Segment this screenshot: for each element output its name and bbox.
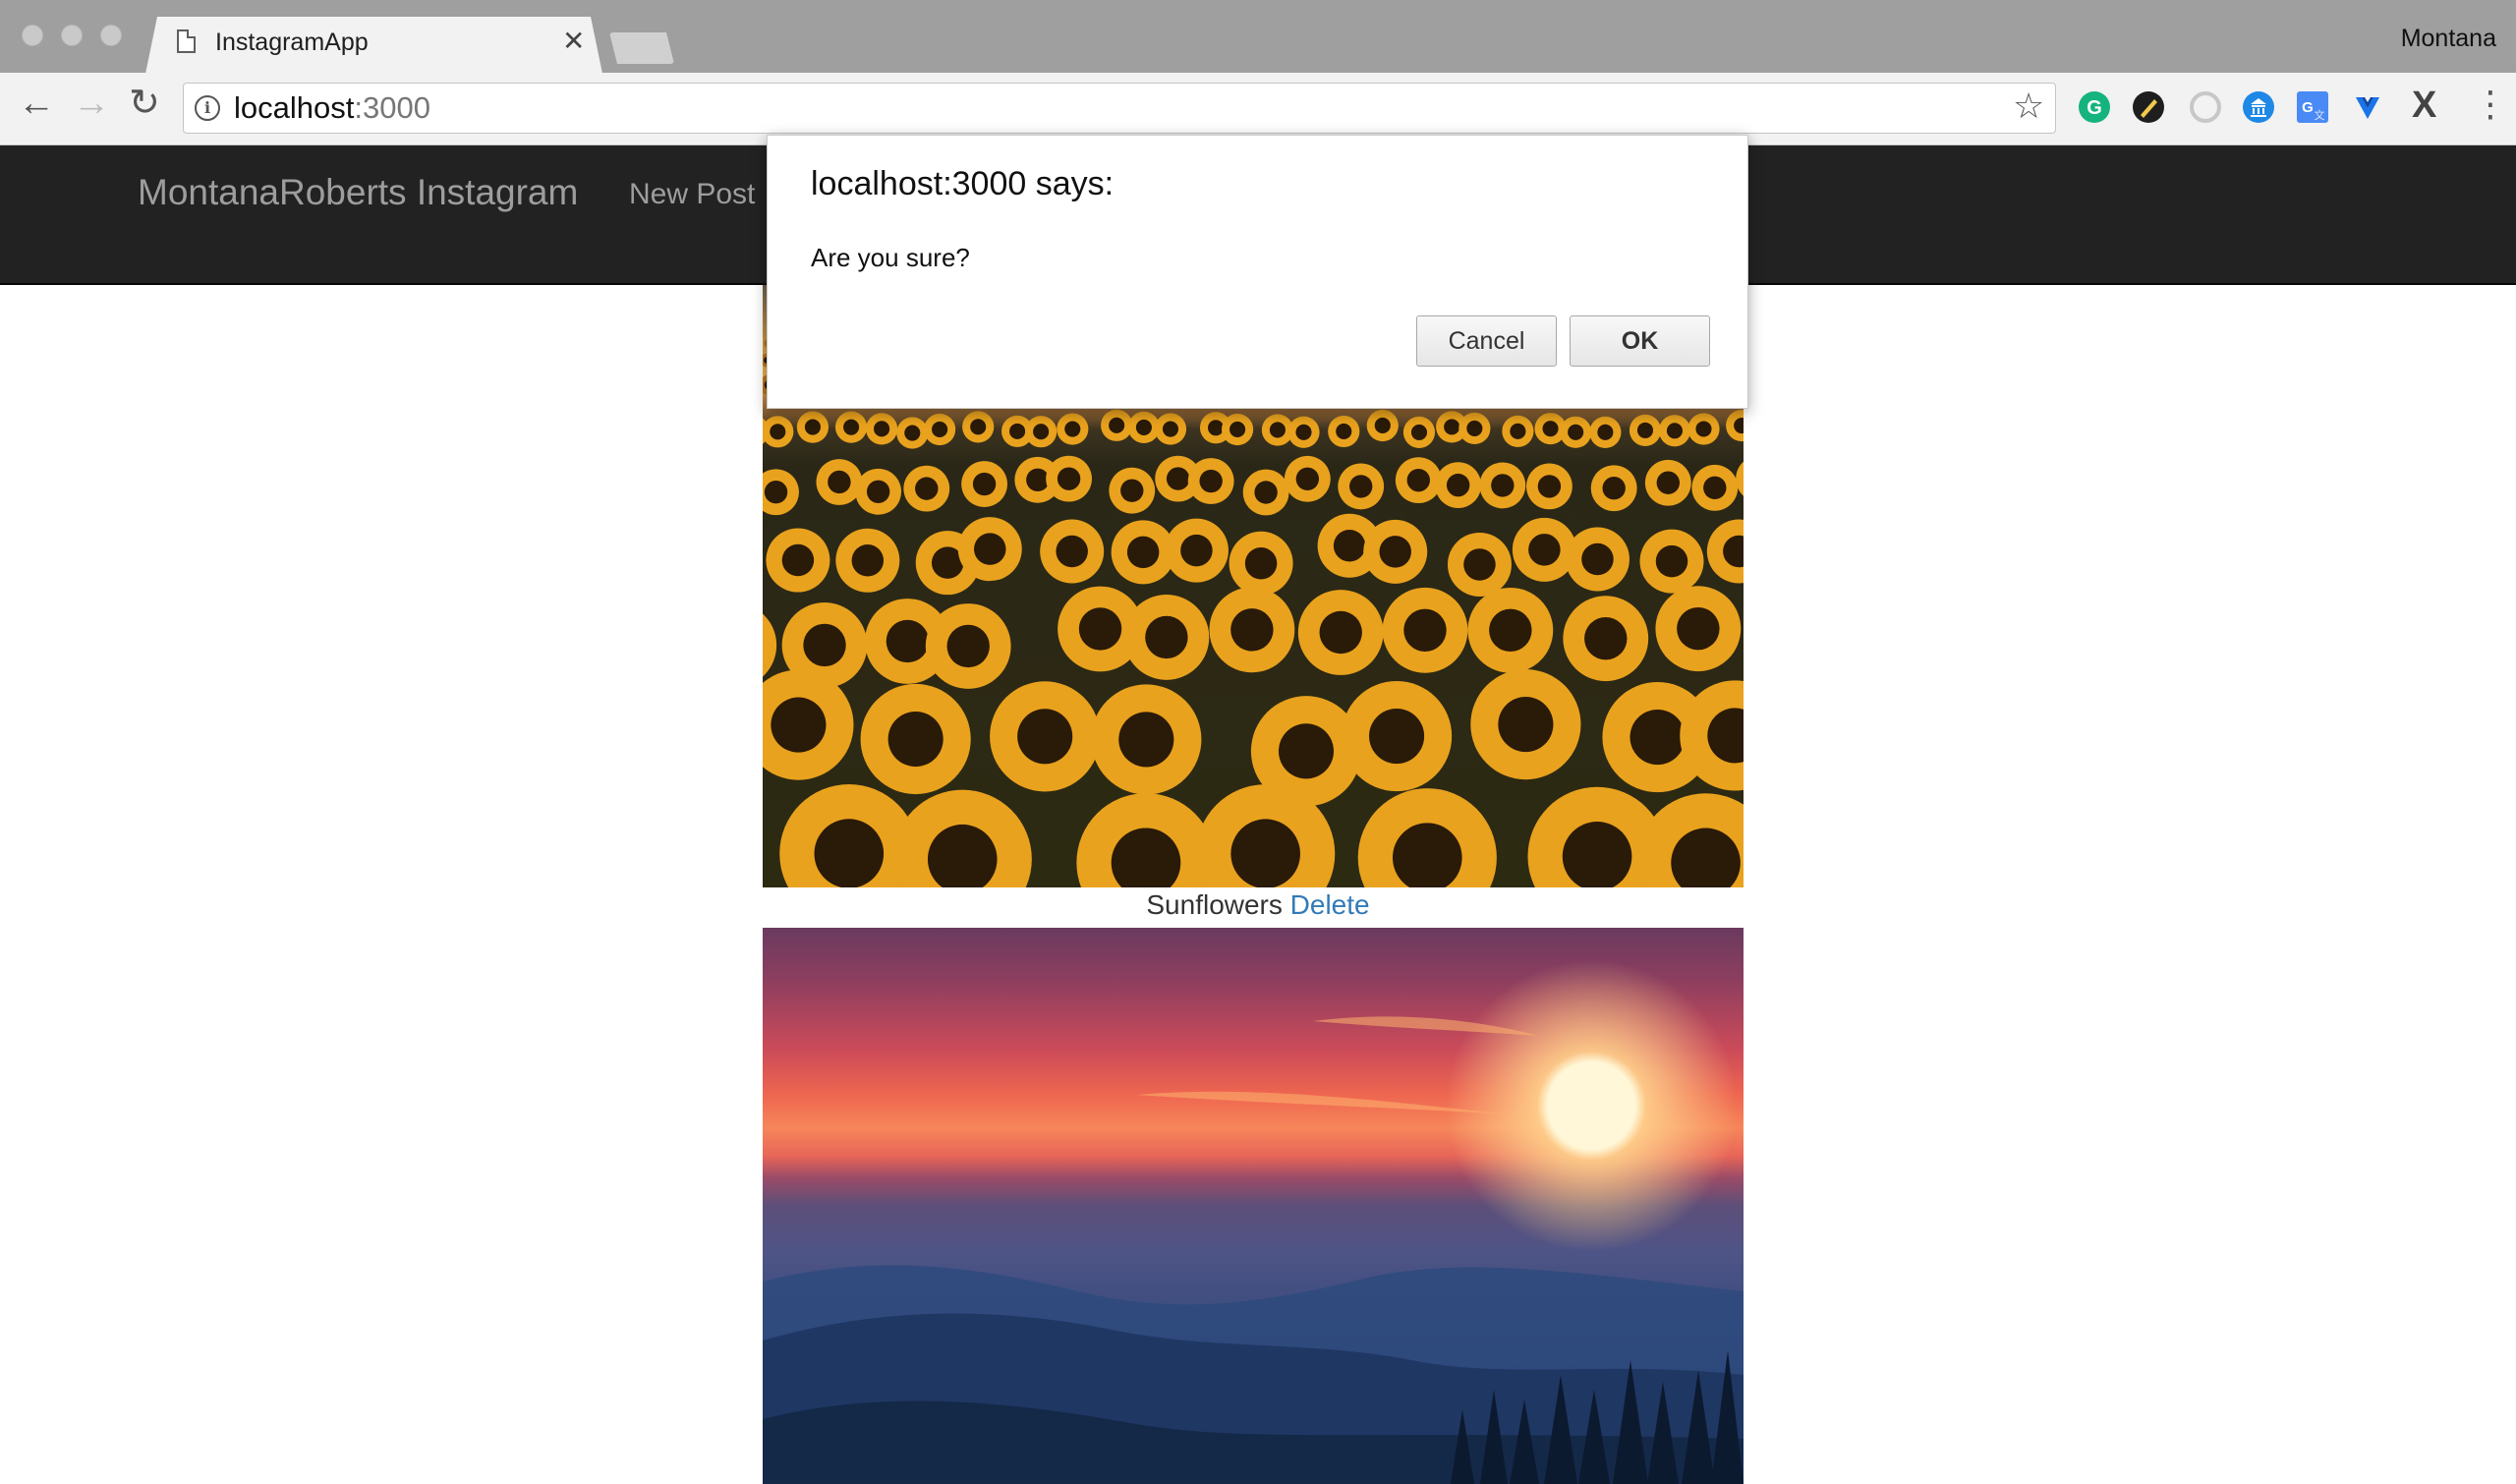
loading-ring-icon[interactable]: [2190, 91, 2221, 123]
back-arrow-icon[interactable]: ←: [18, 85, 55, 122]
zoom-window-button[interactable]: [100, 25, 122, 46]
dialog-title: localhost:3000 says:: [811, 165, 1115, 202]
forward-arrow-icon[interactable]: →: [73, 85, 110, 122]
url-text[interactable]: localhost:3000: [234, 90, 430, 126]
browser-tab-strip: InstagramApp ✕ Montana: [0, 0, 2516, 74]
svg-text:G: G: [2302, 99, 2314, 116]
delete-link[interactable]: Delete: [1290, 889, 1370, 920]
x-extension-icon[interactable]: X: [2412, 86, 2436, 124]
page-icon: [177, 29, 196, 53]
new-post-link[interactable]: New Post: [629, 178, 755, 211]
address-bar[interactable]: [183, 83, 2056, 134]
minimize-window-button[interactable]: [61, 25, 83, 46]
svg-text:G: G: [2087, 97, 2102, 119]
post-image-sunset: [763, 928, 1744, 1484]
ok-button[interactable]: OK: [1570, 315, 1710, 367]
svg-text:文: 文: [2315, 108, 2325, 122]
profile-name[interactable]: Montana: [2401, 25, 2496, 53]
google-translate-icon[interactable]: G文: [2297, 91, 2328, 123]
bookmark-star-icon[interactable]: ☆: [2013, 88, 2044, 124]
tab-close-icon[interactable]: ✕: [562, 28, 585, 55]
menu-kebab-icon[interactable]: ⋮: [2473, 86, 2508, 122]
bank-icon[interactable]: [2243, 91, 2274, 123]
browser-tab-active[interactable]: [145, 17, 602, 74]
new-tab-button[interactable]: [609, 32, 674, 64]
info-icon[interactable]: i: [195, 95, 220, 121]
vue-devtools-icon[interactable]: [2352, 91, 2383, 123]
dialog-message: Are you sure?: [811, 243, 970, 272]
close-window-button[interactable]: [22, 25, 43, 46]
post-title: Sunflowers: [1146, 889, 1283, 920]
extension-icon[interactable]: [2133, 91, 2164, 123]
brand-link[interactable]: MontanaRoberts Instagram: [138, 172, 578, 213]
post-caption: Sunflowers Delete: [0, 889, 2516, 921]
cancel-button[interactable]: Cancel: [1416, 315, 1557, 367]
grammarly-icon[interactable]: G: [2079, 91, 2110, 123]
reload-icon[interactable]: ↻: [129, 85, 160, 122]
confirm-dialog: localhost:3000 says: Are you sure? Cance…: [767, 135, 1748, 409]
tab-title: InstagramApp: [215, 29, 369, 56]
